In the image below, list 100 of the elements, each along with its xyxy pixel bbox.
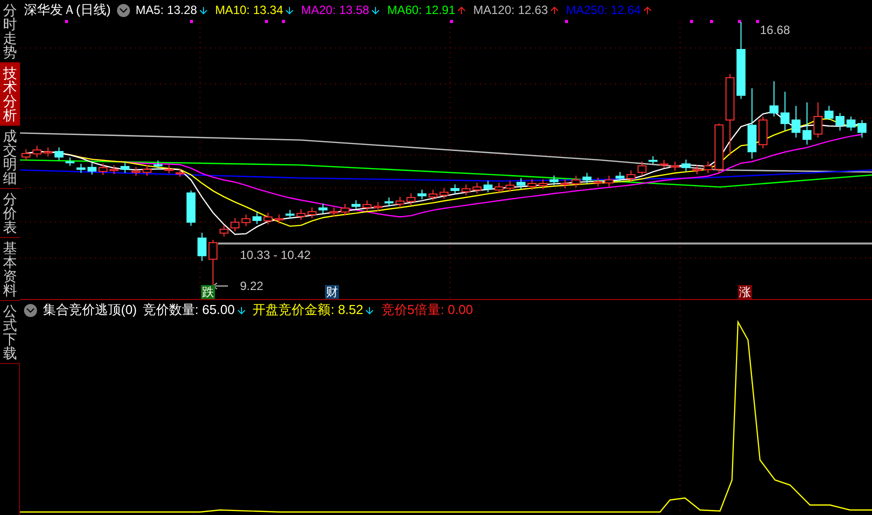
candlestick	[560, 178, 570, 189]
candlestick	[88, 162, 96, 176]
candlestick	[76, 163, 86, 174]
candlestick	[154, 160, 162, 170]
candlestick	[330, 206, 338, 217]
event-tag: 涨	[738, 285, 752, 299]
candlestick	[44, 147, 52, 157]
indicator-value: 竞价数量: 65.00	[142, 301, 235, 320]
sidebar-tab[interactable]: 成交明细	[0, 126, 20, 189]
candlestick	[692, 164, 702, 175]
candlestick	[308, 206, 316, 219]
candlestick	[340, 203, 350, 216]
candlestick	[604, 175, 614, 187]
candlestick	[846, 116, 856, 132]
candlestick	[142, 164, 152, 176]
candlestick	[638, 161, 646, 176]
candlestick	[814, 102, 822, 138]
candlestick	[780, 91, 790, 132]
candlestick	[264, 212, 272, 225]
candlestick	[472, 182, 482, 194]
candlestick	[572, 175, 580, 188]
candlestick	[110, 164, 118, 175]
candlestick	[450, 184, 460, 195]
indicator-value: MA10: 13.34	[215, 2, 284, 19]
candlestick	[758, 116, 768, 149]
price-label: 9.22	[240, 279, 264, 293]
candlestick	[582, 172, 592, 184]
candlestick	[396, 196, 404, 208]
candlestick	[792, 105, 800, 138]
candlestick	[670, 161, 680, 172]
event-tag: 财	[325, 285, 339, 299]
candlestick	[176, 168, 184, 178]
candlestick	[98, 162, 108, 176]
candlestick	[164, 164, 174, 174]
indicator-value: MA250: 12.64	[566, 2, 641, 19]
candlestick	[484, 180, 492, 193]
price-label: 16.68	[760, 23, 790, 37]
candlestick	[32, 145, 42, 158]
candlestick	[626, 170, 636, 183]
candlestick	[462, 184, 470, 196]
candlestick	[550, 175, 558, 186]
candlestick	[714, 123, 724, 174]
candlestick	[648, 156, 658, 165]
candlestick	[120, 162, 130, 174]
candlestick	[374, 202, 382, 212]
candlestick	[406, 192, 416, 206]
candlestick	[242, 214, 250, 227]
candlestick	[296, 208, 306, 220]
candlestick	[538, 178, 548, 190]
candlestick	[66, 157, 74, 166]
price-label: 10.33 - 10.42	[240, 248, 311, 262]
indicator-value: MA20: 13.58	[301, 2, 370, 19]
indicator-value: MA60: 12.91	[387, 2, 456, 19]
candlestick	[352, 200, 360, 210]
candlestick	[286, 209, 294, 220]
candlestick	[494, 182, 504, 194]
candlestick	[186, 190, 196, 226]
chart-title: 深华发Ａ(日线)	[24, 1, 111, 20]
candlestick	[616, 172, 624, 182]
candlestick	[54, 146, 64, 162]
indicator-title: 集合竞价逃顶(0)	[43, 301, 137, 320]
sidebar-tab[interactable]: 分时走势	[0, 0, 20, 63]
candlestick	[836, 112, 844, 132]
dropdown-icon[interactable]	[116, 4, 130, 16]
candlestick	[682, 159, 690, 172]
candlestick	[824, 105, 834, 120]
candlestick	[132, 166, 140, 176]
sidebar-tab[interactable]: 技术分析	[0, 63, 20, 126]
indicator-value: 竞价5倍量: 0.00	[381, 301, 474, 320]
candlestick	[208, 239, 218, 286]
candlestick	[660, 159, 668, 168]
candlestick	[418, 189, 426, 200]
indicator-value: MA120: 12.63	[473, 2, 548, 19]
indicator-value: 开盘竞价金额: 8.52	[252, 301, 364, 320]
candlestick	[858, 120, 866, 138]
candlestick	[428, 189, 438, 202]
candlestick	[594, 176, 602, 187]
candlestick	[506, 180, 514, 192]
indicator-value: MA5: 13.28	[136, 2, 198, 19]
candlestick	[230, 218, 240, 232]
sidebar-tab[interactable]: 基本资料	[0, 238, 20, 301]
candlestick	[440, 188, 448, 200]
candlestick	[802, 102, 812, 146]
candlestick	[198, 232, 206, 262]
candlestick	[220, 224, 228, 238]
candlestick	[318, 203, 328, 214]
candlestick	[528, 178, 536, 190]
leader-arrow	[212, 282, 228, 290]
candlestick	[252, 212, 262, 224]
candlestick	[748, 88, 756, 160]
candlestick	[362, 200, 372, 212]
dropdown-icon[interactable]	[24, 304, 37, 316]
candlestick	[770, 80, 778, 117]
candlestick	[274, 214, 284, 224]
candlestick	[516, 178, 526, 190]
sidebar-tab[interactable]: 公式下载	[0, 301, 20, 364]
candlestick	[22, 148, 30, 162]
sidebar-tab[interactable]: 分价表	[0, 189, 20, 238]
candlestick	[704, 161, 712, 174]
event-tag: 跌	[201, 285, 215, 299]
